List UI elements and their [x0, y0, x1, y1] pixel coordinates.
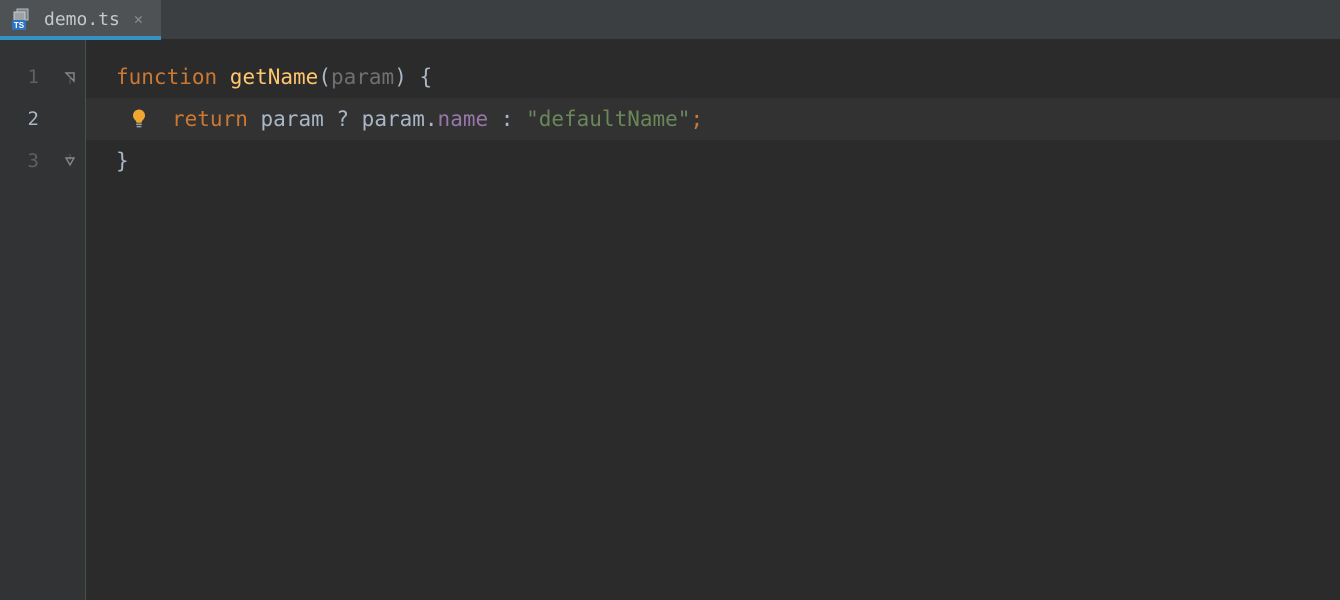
close-tab-button[interactable]: ✕ [130, 6, 147, 32]
tab-bar: TS demo.ts ✕ [0, 0, 1340, 40]
fold-blank [55, 98, 85, 140]
token-kw: function [116, 65, 230, 89]
code-line[interactable]: } [86, 140, 1340, 182]
token-semi: ; [690, 107, 703, 131]
editor: 123 function getName(param) {return para… [0, 40, 1340, 600]
code-line[interactable]: function getName(param) { [86, 56, 1340, 98]
fold-strip[interactable] [55, 40, 85, 600]
token-punc: . [425, 107, 438, 131]
token-str: "defaultName" [526, 107, 690, 131]
svg-text:TS: TS [14, 21, 25, 30]
token-ident: param [261, 107, 337, 131]
typescript-file-icon: TS [12, 8, 34, 30]
token-punc: { [407, 65, 432, 89]
token-ident: param [362, 107, 425, 131]
code-line[interactable]: return param ? param.name : "defaultName… [86, 98, 1340, 140]
token-punc: } [116, 149, 129, 173]
tab-filename: demo.ts [44, 9, 120, 30]
line-number-gutter[interactable]: 123 [0, 40, 55, 600]
line-number[interactable]: 1 [0, 56, 55, 98]
token-punc: ) [394, 65, 407, 89]
code-area[interactable]: function getName(param) {return param ? … [86, 40, 1340, 600]
token-kw: return [172, 107, 261, 131]
intention-bulb-icon[interactable] [128, 108, 150, 130]
token-ghost: param [331, 65, 394, 89]
token-punc: ? [336, 107, 361, 131]
token-punc: ( [318, 65, 331, 89]
token-prop: name [438, 107, 501, 131]
fold-close-icon[interactable] [55, 140, 85, 182]
token-punc: : [501, 107, 526, 131]
fold-open-icon[interactable] [55, 56, 85, 98]
tab-demo-ts[interactable]: TS demo.ts ✕ [0, 0, 161, 39]
line-number[interactable]: 3 [0, 140, 55, 182]
line-number[interactable]: 2 [0, 98, 55, 140]
token-fn: getName [230, 65, 319, 89]
